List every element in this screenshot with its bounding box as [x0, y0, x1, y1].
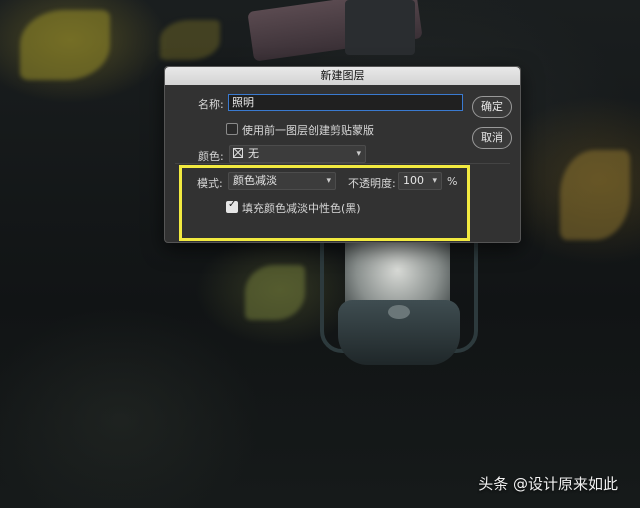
highlight-box	[179, 165, 470, 241]
ok-button[interactable]: 确定	[472, 96, 512, 118]
lantern-cap	[345, 0, 415, 55]
watermark: 头条 @设计原来如此	[478, 475, 618, 493]
cancel-button[interactable]: 取消	[472, 127, 512, 149]
no-color-swatch-icon	[233, 148, 243, 158]
leaf-blur	[20, 10, 110, 80]
color-select[interactable]: 无 ▾	[229, 145, 366, 163]
chevron-down-icon: ▾	[356, 149, 361, 159]
leaf-blur	[245, 265, 305, 320]
color-select-value: 无	[248, 147, 259, 160]
color-label: 颜色:	[198, 150, 224, 163]
leaf-blur	[160, 20, 220, 60]
lantern-knob	[388, 305, 410, 319]
divider	[175, 163, 510, 164]
clipping-mask-label: 使用前一图层创建剪贴蒙版	[242, 124, 374, 137]
name-label: 名称:	[198, 98, 224, 111]
clipping-mask-checkbox[interactable]	[226, 123, 238, 135]
leaf-blur	[560, 150, 630, 240]
dialog-title: 新建图层	[165, 67, 520, 85]
layer-name-input[interactable]: 照明	[228, 94, 463, 111]
